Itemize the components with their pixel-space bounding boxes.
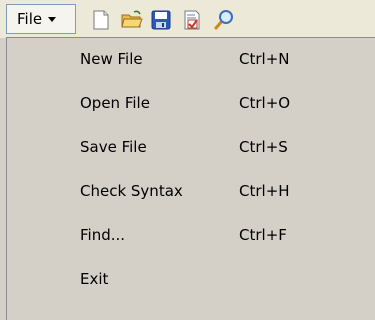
menu-item-find[interactable]: Find... Ctrl+F bbox=[7, 214, 375, 258]
menu-item-shortcut: Ctrl+S bbox=[239, 138, 288, 156]
menu-item-shortcut: Ctrl+N bbox=[239, 50, 290, 68]
menu-item-label: Exit bbox=[80, 270, 109, 288]
file-dropdown-menu: New File Ctrl+N Open File Ctrl+O Save Fi… bbox=[6, 37, 375, 320]
file-menu-label: File bbox=[17, 10, 43, 28]
menu-item-save-file[interactable]: Save File Ctrl+S bbox=[7, 126, 375, 170]
new-file-icon[interactable] bbox=[90, 9, 112, 31]
menu-item-shortcut: Ctrl+O bbox=[239, 94, 291, 112]
chevron-down-icon bbox=[48, 16, 57, 22]
open-folder-icon[interactable] bbox=[121, 9, 143, 31]
file-menu-button[interactable]: File bbox=[6, 4, 76, 34]
menu-item-label: Check Syntax bbox=[80, 182, 183, 200]
save-disk-icon[interactable] bbox=[150, 9, 172, 31]
menu-item-new-file[interactable]: New File Ctrl+N bbox=[7, 38, 375, 82]
menu-item-exit[interactable]: Exit bbox=[7, 258, 375, 302]
menu-item-label: Open File bbox=[80, 94, 150, 112]
menu-item-shortcut: Ctrl+F bbox=[239, 226, 287, 244]
menu-item-check-syntax[interactable]: Check Syntax Ctrl+H bbox=[7, 170, 375, 214]
find-magnifier-icon[interactable] bbox=[212, 9, 234, 31]
menu-item-label: New File bbox=[80, 50, 143, 68]
check-syntax-icon[interactable] bbox=[181, 9, 203, 31]
menu-item-label: Save File bbox=[80, 138, 147, 156]
menu-item-shortcut: Ctrl+H bbox=[239, 182, 290, 200]
toolbar: File bbox=[0, 0, 375, 38]
menu-item-open-file[interactable]: Open File Ctrl+O bbox=[7, 82, 375, 126]
menu-item-label: Find... bbox=[80, 226, 126, 244]
